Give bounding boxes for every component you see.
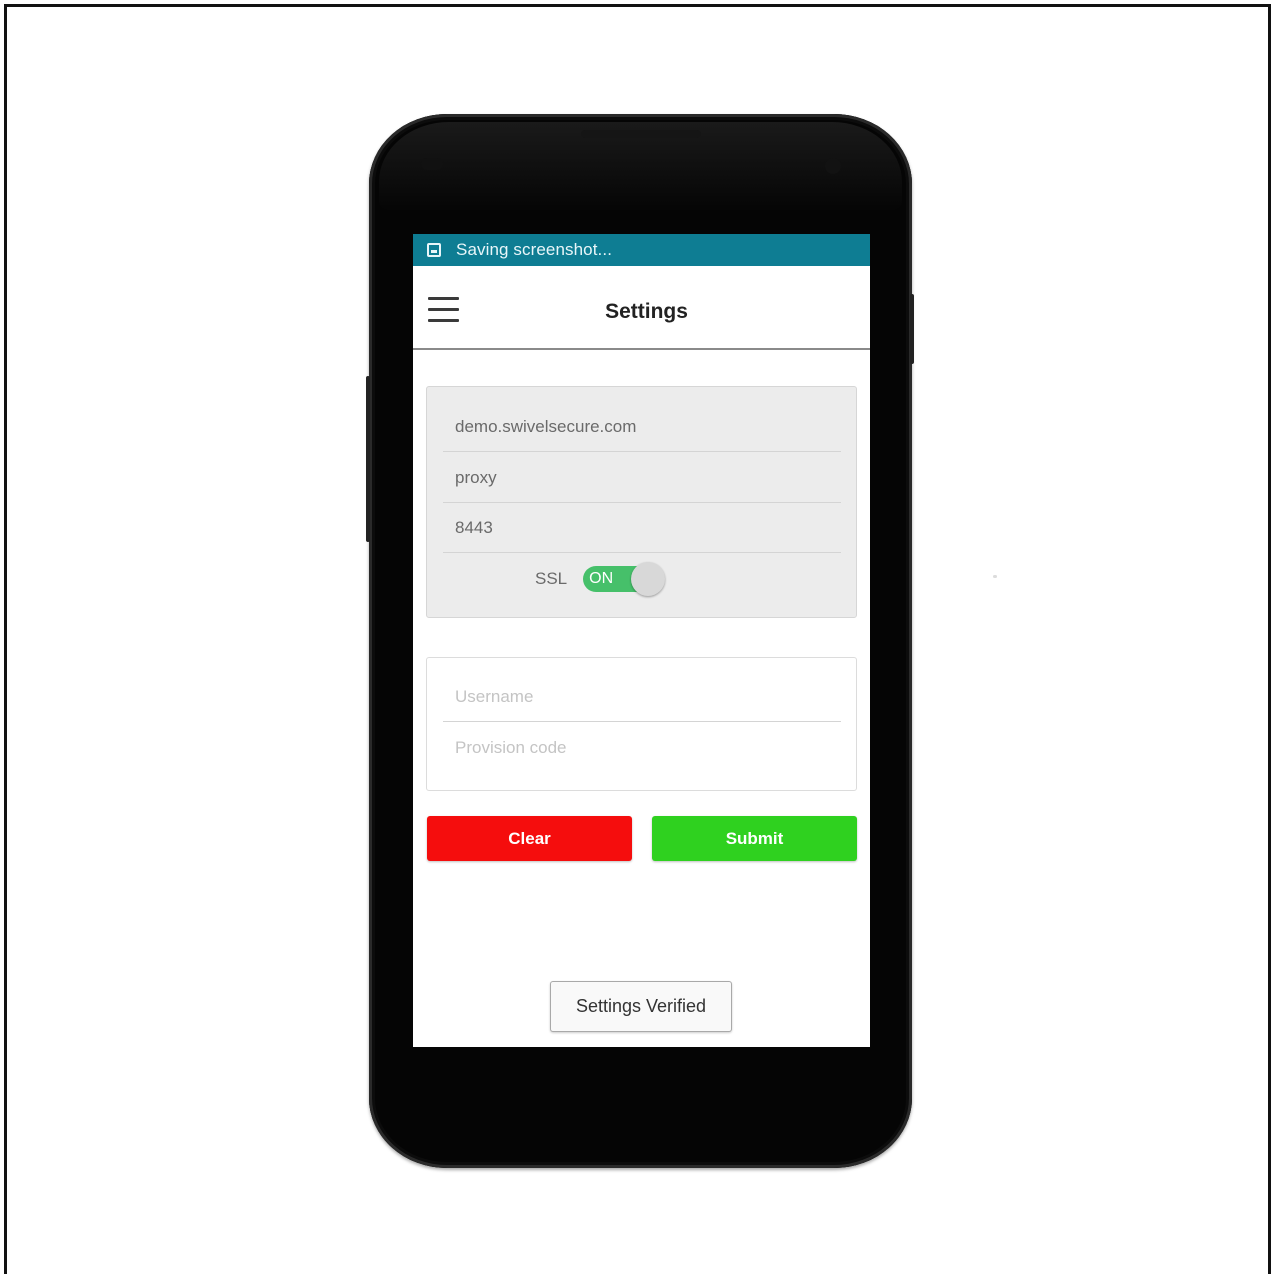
screenshot-icon bbox=[427, 243, 441, 257]
earpiece-speaker bbox=[581, 130, 701, 138]
status-notification: Saving screenshot... bbox=[456, 240, 613, 259]
ssl-label: SSL bbox=[535, 569, 568, 588]
server-host-field[interactable] bbox=[443, 402, 841, 452]
provision-code-field[interactable] bbox=[443, 723, 841, 773]
server-settings-card: SSL ON bbox=[426, 386, 857, 618]
clear-button[interactable]: Clear bbox=[427, 816, 632, 861]
username-input[interactable] bbox=[443, 672, 841, 721]
server-path-field[interactable] bbox=[443, 453, 841, 503]
ssl-toggle-text: ON bbox=[589, 570, 614, 587]
proximity-sensor bbox=[421, 158, 443, 170]
server-path-input[interactable] bbox=[443, 453, 841, 502]
settings-verified-toast: Settings Verified bbox=[550, 981, 732, 1032]
ssl-toggle[interactable]: ON bbox=[583, 562, 666, 596]
submit-button[interactable]: Submit bbox=[652, 816, 857, 861]
credentials-card bbox=[426, 657, 857, 791]
page-title: Settings bbox=[605, 300, 688, 323]
front-camera-icon bbox=[825, 158, 841, 174]
volume-button bbox=[366, 376, 370, 542]
server-port-field[interactable] bbox=[443, 503, 841, 553]
server-host-input[interactable] bbox=[443, 402, 841, 451]
username-field[interactable] bbox=[443, 672, 841, 722]
server-port-input[interactable] bbox=[443, 503, 841, 552]
stray-dot bbox=[993, 575, 997, 578]
phone-screen: Saving screenshot... Settings SSL ON bbox=[413, 234, 870, 1047]
power-button bbox=[910, 294, 914, 364]
status-bar: Saving screenshot... bbox=[413, 234, 870, 266]
app-bar: Settings bbox=[413, 266, 870, 350]
ssl-row: SSL ON bbox=[535, 561, 666, 597]
provision-code-input[interactable] bbox=[443, 723, 841, 773]
ssl-toggle-knob[interactable] bbox=[631, 562, 666, 596]
